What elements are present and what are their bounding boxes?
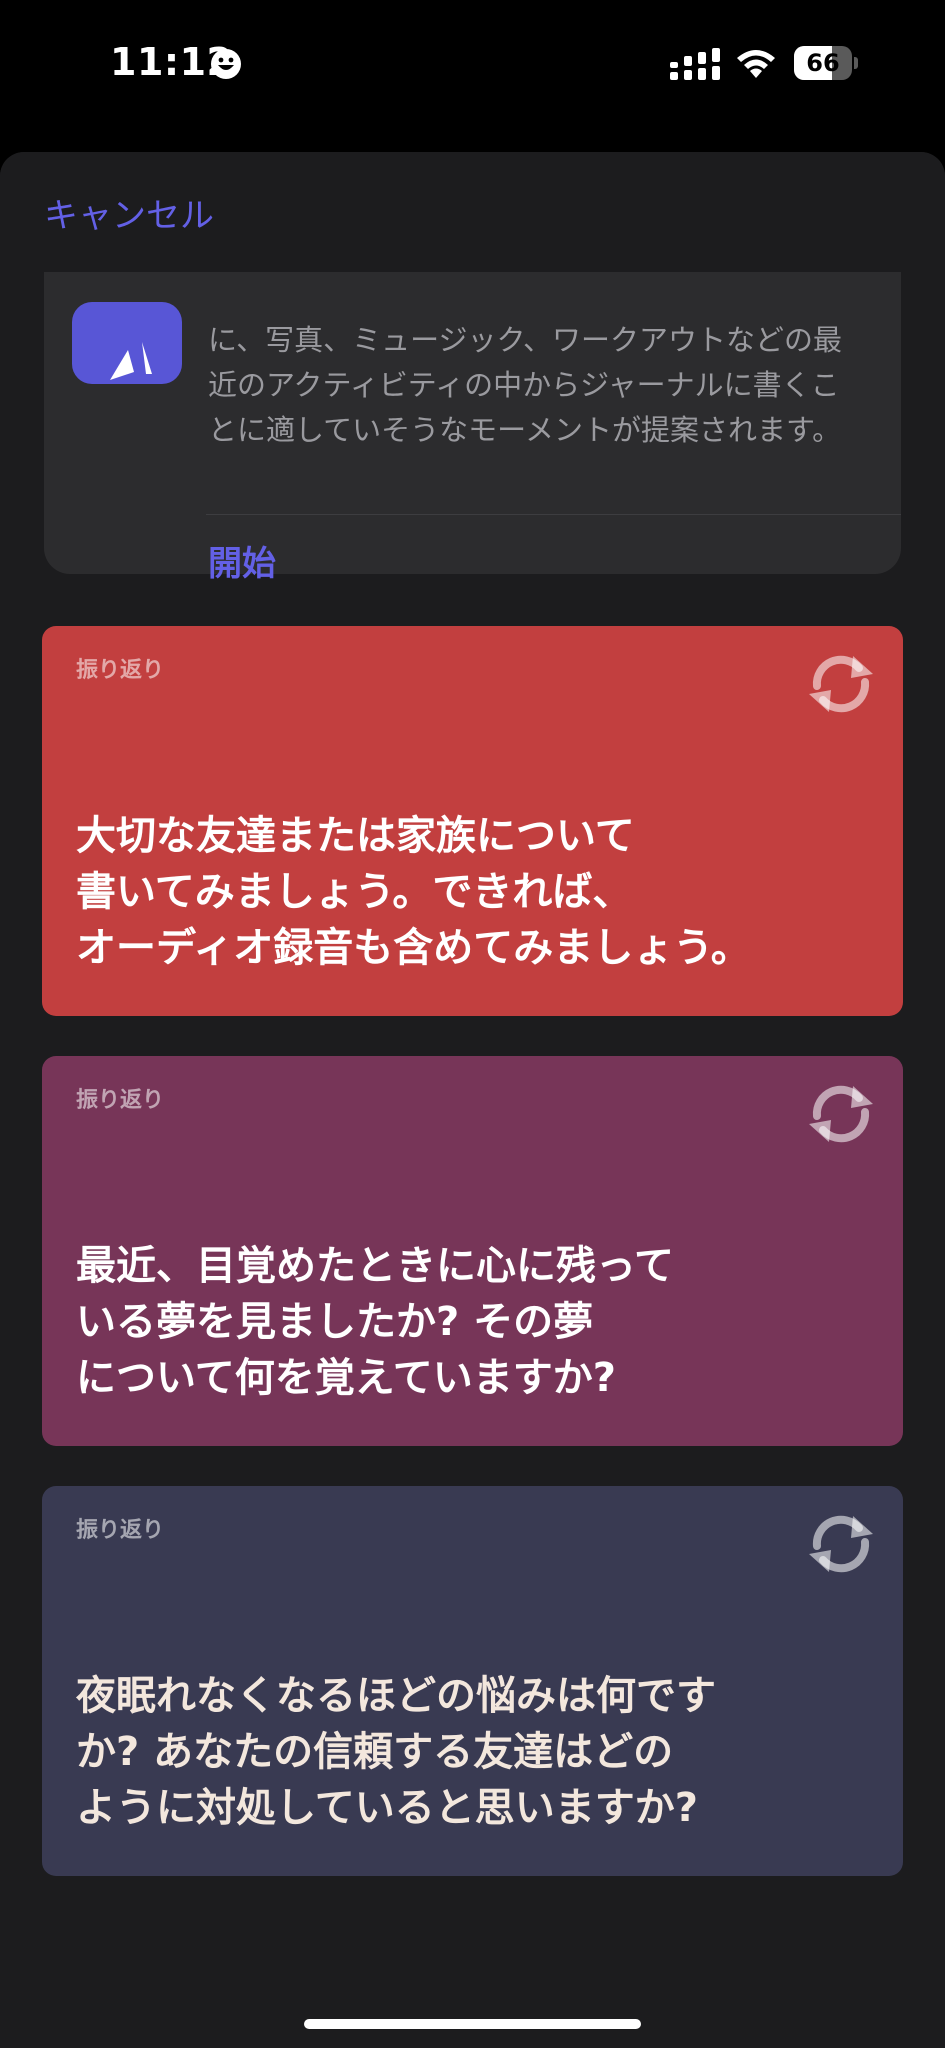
prompt-card[interactable]: 振り返り 最近、目覚めたときに心に残って いる夢を見ましたか? その夢 について… (42, 1056, 903, 1446)
prompt-card[interactable]: 振り返り 大切な友達または家族について 書いてみましょう。できれば、 オーディオ… (42, 626, 903, 1016)
prompt-category: 振り返り (76, 1518, 165, 1543)
battery-indicator: 66 (794, 46, 858, 80)
prompt-category: 振り返り (76, 658, 165, 683)
suggestion-description: に、写真、ミュージック、ワークアウトなどの最近のアクティビティの中からジャーナル… (208, 323, 842, 447)
status-bar: 11:12 66 (0, 0, 945, 130)
wifi-icon (737, 50, 775, 78)
start-button[interactable]: 開始 (208, 536, 276, 585)
journal-suggestions-sheet: キャンセル に、写真、ミュージック、ワークアウトなどの最近のアクティビティの中か… (0, 152, 945, 2048)
prompt-card[interactable]: 振り返り 夜眠れなくなるほどの悩みは何です か? あなたの信頼する友達はどの よ… (42, 1486, 903, 1876)
cancel-button[interactable]: キャンセル (44, 188, 214, 237)
journal-app-icon (72, 302, 182, 384)
refresh-icon[interactable] (801, 1508, 881, 1578)
prompt-text: 夜眠れなくなるほどの悩みは何です か? あなたの信頼する友達はどの ように対処し… (76, 1673, 716, 1831)
battery-percentage: 66 (806, 49, 840, 77)
divider (206, 514, 901, 515)
prompt-text: 最近、目覚めたときに心に残って いる夢を見ましたか? その夢 について何を覚えて… (76, 1243, 674, 1401)
prompt-category: 振り返り (76, 1088, 165, 1113)
sheet-header: キャンセル (0, 152, 945, 272)
refresh-icon[interactable] (801, 648, 881, 718)
prompt-text: 大切な友達または家族について 書いてみましょう。できれば、 オーディオ録音も含め… (76, 813, 751, 971)
cellular-signal-icon (670, 48, 720, 80)
smiley-face-icon (211, 49, 241, 79)
refresh-icon[interactable] (801, 1078, 881, 1148)
home-indicator[interactable] (304, 2019, 641, 2029)
